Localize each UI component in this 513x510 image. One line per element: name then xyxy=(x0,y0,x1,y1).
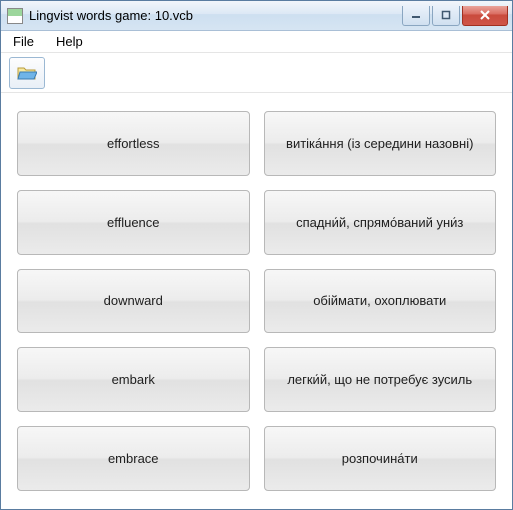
translation-text: легки́й, що не потребує зусиль xyxy=(287,372,472,387)
right-column: витіка́ння (із середини назовні) спадни́… xyxy=(264,111,497,491)
word-text: effortless xyxy=(107,136,160,151)
menu-help[interactable]: Help xyxy=(52,32,87,51)
translation-text: витіка́ння (із середини назовні) xyxy=(286,136,473,151)
translation-text: обіймати, охоплювати xyxy=(313,293,446,308)
word-card[interactable]: embrace xyxy=(17,426,250,491)
word-text: downward xyxy=(104,293,163,308)
word-text: effluence xyxy=(107,215,160,230)
maximize-button[interactable] xyxy=(432,6,460,26)
word-text: embark xyxy=(112,372,155,387)
maximize-icon xyxy=(441,10,451,20)
word-text: embrace xyxy=(108,451,159,466)
window-title: Lingvist words game: 10.vcb xyxy=(29,8,402,23)
translation-card[interactable]: розпочина́ти xyxy=(264,426,497,491)
translation-card[interactable]: спадни́й, спрямо́ваний уни́з xyxy=(264,190,497,255)
left-column: effortless effluence downward embark emb… xyxy=(17,111,250,491)
minimize-icon xyxy=(411,10,421,20)
translation-text: розпочина́ти xyxy=(342,451,418,466)
app-window: Lingvist words game: 10.vcb File Help e xyxy=(0,0,513,510)
word-card[interactable]: effluence xyxy=(17,190,250,255)
window-controls xyxy=(402,6,508,26)
translation-text: спадни́й, спрямо́ваний уни́з xyxy=(296,215,463,230)
app-icon xyxy=(7,8,23,24)
close-icon xyxy=(479,10,491,20)
toolbar xyxy=(1,53,512,93)
game-board: effortless effluence downward embark emb… xyxy=(1,93,512,509)
translation-card[interactable]: легки́й, що не потребує зусиль xyxy=(264,347,497,412)
translation-card[interactable]: витіка́ння (із середини назовні) xyxy=(264,111,497,176)
minimize-button[interactable] xyxy=(402,6,430,26)
menu-file[interactable]: File xyxy=(9,32,38,51)
close-button[interactable] xyxy=(462,6,508,26)
word-card[interactable]: embark xyxy=(17,347,250,412)
open-file-icon xyxy=(17,65,37,81)
menubar: File Help xyxy=(1,31,512,53)
word-card[interactable]: effortless xyxy=(17,111,250,176)
translation-card[interactable]: обіймати, охоплювати xyxy=(264,269,497,334)
word-card[interactable]: downward xyxy=(17,269,250,334)
open-file-button[interactable] xyxy=(9,57,45,89)
titlebar: Lingvist words game: 10.vcb xyxy=(1,1,512,31)
